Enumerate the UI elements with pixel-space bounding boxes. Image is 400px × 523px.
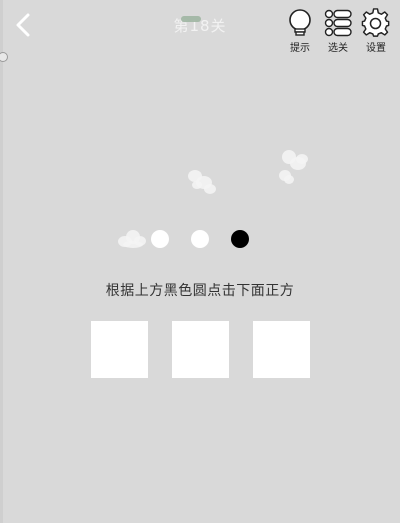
gear-icon (361, 8, 390, 37)
level-select-label: 选关 (328, 43, 348, 54)
answer-square-2[interactable] (172, 321, 229, 378)
answer-square-1[interactable] (91, 321, 148, 378)
list-icon (324, 9, 352, 37)
circle-white-1 (151, 230, 169, 248)
circle-black (231, 230, 249, 248)
title-decoration (181, 16, 201, 22)
settings-label: 设置 (366, 43, 386, 54)
lightbulb-icon (289, 9, 311, 36)
answer-square-3[interactable] (253, 321, 310, 378)
left-frame-edge (0, 0, 3, 523)
hint-label: 提示 (290, 43, 310, 54)
hint-button[interactable]: 提示 (282, 8, 318, 56)
settings-button[interactable]: 设置 (358, 8, 394, 56)
instruction-text: 根据上方黑色圆点击下面正方 (105, 283, 295, 299)
edge-handle-dot (0, 52, 8, 62)
circle-white-2 (191, 230, 209, 248)
level-select-button[interactable]: 选关 (320, 8, 356, 56)
